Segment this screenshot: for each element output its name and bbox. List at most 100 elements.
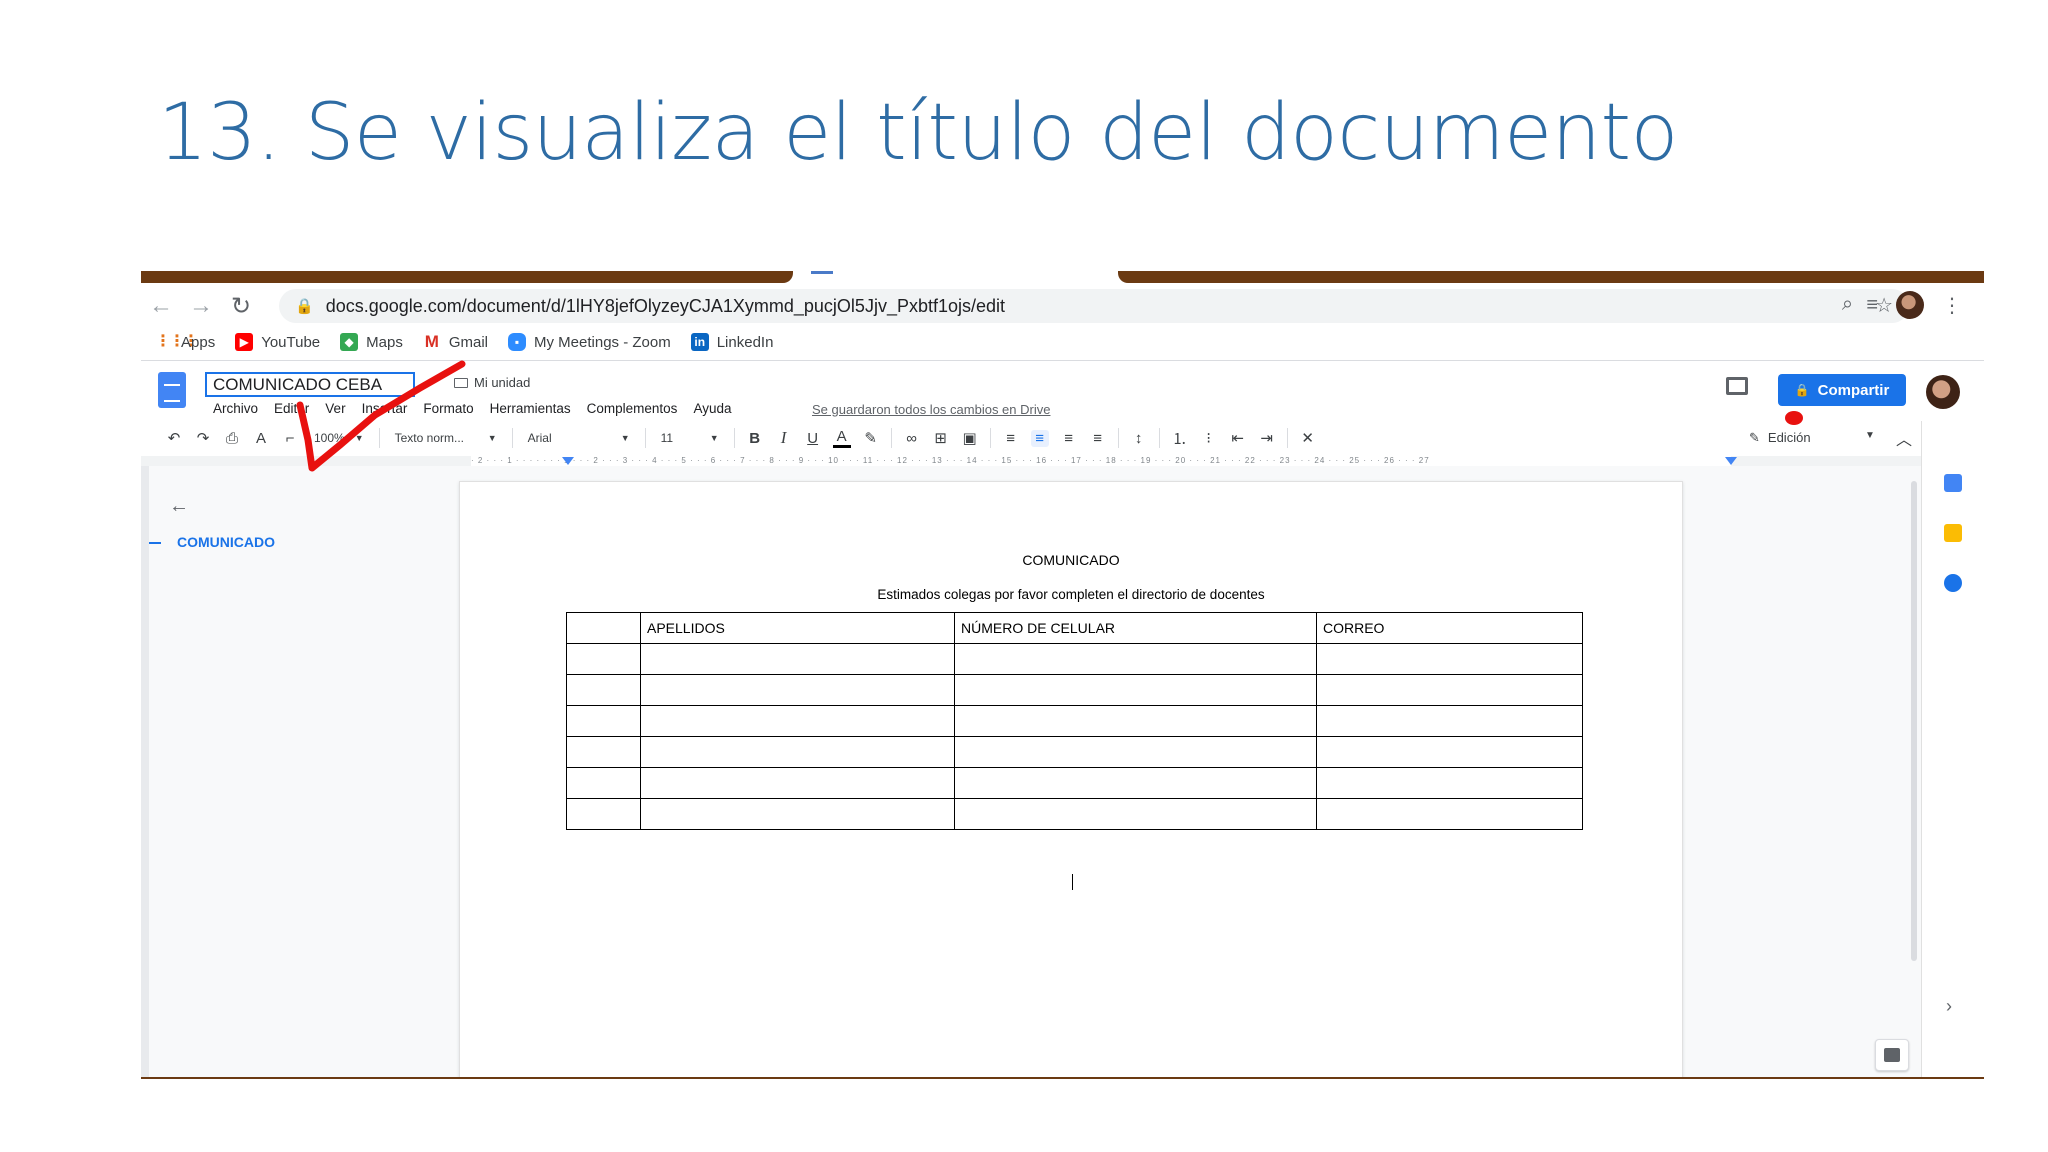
menu-editar[interactable]: Editar	[274, 401, 309, 416]
font-size-select[interactable]: 11 ▼	[657, 431, 723, 445]
spellcheck-icon[interactable]: A	[252, 430, 270, 447]
ruler-scale[interactable]: · 2 · · · 1 · · · · · · · 1 · · · 2 · · …	[471, 456, 1731, 466]
paint-format-icon[interactable]: ⌐	[281, 430, 299, 447]
align-right-icon[interactable]: ≡	[1060, 430, 1078, 447]
table-header-cell[interactable]	[566, 612, 641, 644]
table-cell[interactable]	[954, 767, 1317, 799]
document-page[interactable]: COMUNICADO Estimados colegas por favor c…	[459, 481, 1683, 1079]
italic-icon[interactable]: I	[775, 428, 793, 448]
folder-location[interactable]: Mi unidad	[454, 375, 530, 390]
bookmark-youtube[interactable]: ▶ YouTube	[235, 333, 320, 351]
table-cell[interactable]	[954, 798, 1317, 830]
font-select[interactable]: Arial ▼	[524, 431, 634, 445]
table-cell[interactable]	[954, 736, 1317, 768]
decrease-indent-icon[interactable]: ⇤	[1229, 429, 1247, 447]
increase-indent-icon[interactable]: ⇥	[1258, 429, 1276, 447]
outline-item[interactable]: COMUNICADO	[177, 534, 275, 550]
tasks-icon[interactable]	[1944, 574, 1962, 592]
url-bar[interactable]: 🔒 docs.google.com/document/d/1lHY8jefOly…	[279, 289, 1909, 323]
back-arrow-icon[interactable]: ←	[169, 495, 189, 518]
media-control-icon[interactable]: ≡	[1866, 294, 1878, 317]
forward-arrow-icon[interactable]: →	[181, 292, 221, 320]
table-cell[interactable]	[566, 736, 641, 768]
link-icon[interactable]: ∞	[903, 430, 921, 447]
doc-title-input[interactable]: COMUNICADO CEBA	[205, 372, 415, 397]
account-avatar[interactable]	[1926, 375, 1960, 409]
align-justify-icon[interactable]: ≡	[1089, 430, 1107, 447]
calendar-icon[interactable]	[1944, 474, 1962, 492]
numbered-list-icon[interactable]: ⒈	[1171, 428, 1189, 449]
align-left-icon[interactable]: ≡	[1002, 430, 1020, 447]
align-center-icon[interactable]: ≡	[1030, 429, 1049, 447]
insert-image-icon[interactable]: ▣	[961, 429, 979, 447]
bookmark-linkedin[interactable]: in LinkedIn	[690, 333, 773, 351]
active-tab-indicator[interactable]	[811, 271, 833, 274]
menu-insertar[interactable]: Insertar	[362, 401, 408, 416]
table-cell[interactable]	[954, 705, 1317, 737]
text-color-icon[interactable]: A	[832, 428, 851, 448]
comments-icon[interactable]	[1726, 377, 1748, 395]
add-comment-icon[interactable]: ⊞	[932, 429, 950, 447]
table-header-cell[interactable]: APELLIDOS	[640, 612, 955, 644]
reload-icon[interactable]: ↻	[221, 292, 261, 321]
table-header-cell[interactable]: NÚMERO DE CELULAR	[954, 612, 1317, 644]
bold-icon[interactable]: B	[746, 430, 764, 447]
table-cell[interactable]	[640, 736, 955, 768]
table-cell[interactable]	[640, 798, 955, 830]
table-cell[interactable]	[566, 705, 641, 737]
bookmark-zoom[interactable]: ▪ My Meetings - Zoom	[508, 333, 671, 351]
editing-mode-select[interactable]: ✎ Edición	[1749, 430, 1811, 446]
undo-icon[interactable]: ↶	[165, 429, 183, 447]
underline-icon[interactable]: U	[804, 430, 822, 447]
print-icon[interactable]: ⎙	[223, 430, 241, 447]
zoom-lens-icon[interactable]: ⌕	[1842, 293, 1853, 318]
menu-formato[interactable]: Formato	[423, 401, 473, 416]
menu-ver[interactable]: Ver	[325, 401, 345, 416]
directory-table[interactable]: APELLIDOS NÚMERO DE CELULAR CORREO	[566, 612, 1583, 830]
keep-icon[interactable]	[1944, 524, 1962, 542]
table-cell[interactable]	[566, 643, 641, 675]
table-cell[interactable]	[954, 674, 1317, 706]
docs-logo-icon[interactable]	[158, 372, 186, 408]
share-button[interactable]: 🔒 Compartir	[1778, 374, 1906, 406]
table-cell[interactable]	[566, 767, 641, 799]
zoom-select[interactable]: 100% ▼	[310, 431, 368, 445]
table-cell[interactable]	[954, 643, 1317, 675]
vertical-scrollbar[interactable]	[1911, 481, 1917, 961]
table-header-cell[interactable]: CORREO	[1316, 612, 1583, 644]
table-cell[interactable]	[640, 705, 955, 737]
clear-formatting-icon[interactable]: ✕	[1299, 429, 1317, 447]
menu-ayuda[interactable]: Ayuda	[693, 401, 731, 416]
redo-icon[interactable]: ↷	[194, 429, 212, 447]
url-text[interactable]: docs.google.com/document/d/1lHY8jefOlyze…	[326, 296, 1005, 317]
table-cell[interactable]	[1316, 643, 1583, 675]
table-cell[interactable]	[566, 674, 641, 706]
bookmark-apps[interactable]: ⋮⋮⋮ Apps	[155, 333, 215, 351]
line-spacing-icon[interactable]: ↕	[1130, 430, 1148, 447]
table-cell[interactable]	[1316, 705, 1583, 737]
back-arrow-icon[interactable]: ←	[141, 292, 181, 320]
kebab-menu-icon[interactable]: ⋮	[1942, 293, 1962, 318]
style-select[interactable]: Texto norm... ▼	[391, 431, 501, 445]
bookmark-gmail[interactable]: M Gmail	[423, 333, 488, 351]
table-cell[interactable]	[640, 674, 955, 706]
explore-button[interactable]	[1875, 1039, 1909, 1071]
menu-herramientas[interactable]: Herramientas	[490, 401, 571, 416]
table-cell[interactable]	[1316, 736, 1583, 768]
bookmark-maps[interactable]: ◆ Maps	[340, 333, 403, 351]
highlight-icon[interactable]: ✎	[862, 429, 880, 447]
chevron-down-icon[interactable]: ▼	[1865, 430, 1875, 441]
menu-archivo[interactable]: Archivo	[213, 401, 258, 416]
table-cell[interactable]	[1316, 767, 1583, 799]
bulleted-list-icon[interactable]: ⁝	[1200, 429, 1218, 447]
table-cell[interactable]	[640, 767, 955, 799]
profile-avatar[interactable]	[1896, 291, 1924, 319]
menu-complementos[interactable]: Complementos	[587, 401, 678, 416]
chevron-up-icon[interactable]: ︿	[1896, 426, 1912, 450]
table-cell[interactable]	[640, 643, 955, 675]
table-cell[interactable]	[1316, 674, 1583, 706]
table-cell[interactable]	[1316, 798, 1583, 830]
saved-status[interactable]: Se guardaron todos los cambios en Drive	[812, 402, 1050, 417]
chevron-right-icon[interactable]: ›	[1946, 996, 1952, 1017]
table-cell[interactable]	[566, 798, 641, 830]
